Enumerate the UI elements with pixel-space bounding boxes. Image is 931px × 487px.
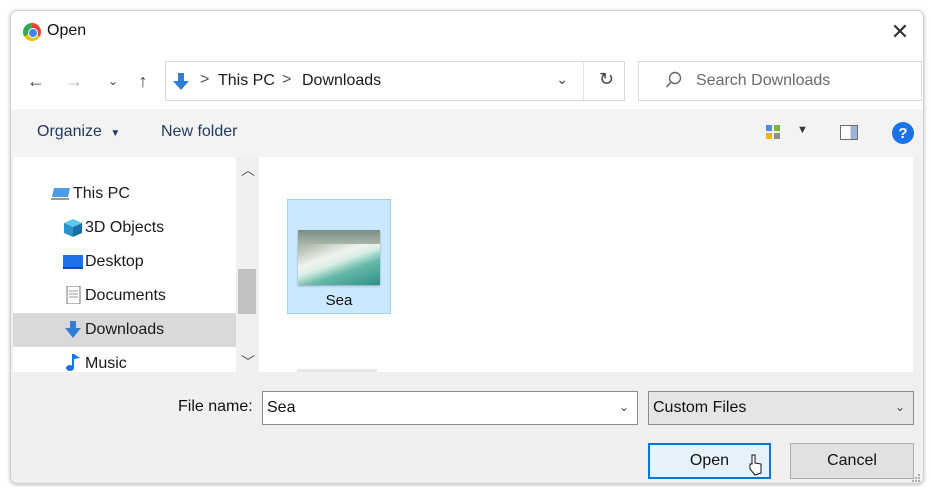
file-name-value: Sea — [267, 399, 296, 416]
sidebar-item-label: This PC — [73, 185, 130, 202]
chevron-down-icon: ⌄ — [894, 400, 905, 414]
file-type-select[interactable]: Custom Files ⌄ — [648, 391, 914, 425]
navigation-scrollbar[interactable]: ︿ ﹀ — [236, 157, 258, 372]
file-item-sea[interactable]: Sea — [287, 199, 391, 314]
preview-pane-icon[interactable] — [840, 125, 858, 140]
mouse-cursor-icon — [749, 454, 762, 476]
dialog-title: Open — [47, 22, 87, 39]
sidebar-item-this-pc[interactable]: This PC — [13, 177, 236, 211]
address-dropdown-button[interactable]: ⌄ — [556, 71, 568, 88]
up-button[interactable]: ↑ — [133, 69, 153, 93]
chevron-down-icon[interactable]: ﹀ — [241, 352, 255, 372]
document-icon — [66, 286, 81, 304]
image-thumbnail — [298, 230, 380, 285]
help-icon[interactable]: ? — [892, 122, 914, 144]
file-name-field-label: File name: — [178, 398, 253, 415]
breadcrumb-separator: > — [200, 71, 210, 88]
search-icon — [665, 71, 682, 88]
address-divider — [583, 62, 584, 100]
sidebar-item-label: Desktop — [85, 253, 144, 270]
file-name-field[interactable]: Sea ⌄ — [262, 391, 638, 425]
file-type-value: Custom Files — [653, 399, 747, 416]
cancel-button[interactable]: Cancel — [790, 443, 914, 479]
sidebar-item-desktop[interactable]: Desktop — [13, 245, 236, 279]
address-bar[interactable]: > This PC > Downloads ⌄ ↻ — [165, 61, 625, 101]
sidebar-item-label: 3D Objects — [85, 219, 165, 236]
sidebar-item-label: Music — [85, 355, 127, 372]
desktop-icon — [63, 255, 83, 269]
scrollbar-thumb[interactable] — [238, 269, 256, 314]
sidebar-item-label: Documents — [85, 287, 166, 304]
arrow-left-icon: ← — [27, 70, 45, 91]
breadcrumb-downloads[interactable]: Downloads — [302, 72, 381, 90]
sidebar-item-3d-objects[interactable]: 3D Objects — [13, 211, 236, 245]
command-toolbar: Organize ▼ New folder ▼ ? — [11, 109, 923, 157]
dialog-footer: File name: Sea ⌄ Custom Files ⌄ Open Can… — [11, 372, 923, 483]
breadcrumb-this-pc[interactable]: This PC — [218, 72, 275, 90]
download-arrow-icon — [65, 321, 81, 338]
view-dropdown-icon[interactable]: ▼ — [797, 124, 808, 136]
file-name-label: Sea — [325, 292, 353, 309]
chrome-app-icon — [23, 23, 41, 41]
arrow-up-icon: ↑ — [138, 70, 148, 91]
new-folder-button[interactable]: New folder — [161, 123, 237, 141]
breadcrumb-separator: > — [282, 71, 292, 88]
organize-button[interactable]: Organize ▼ — [37, 123, 120, 141]
open-file-dialog: Open ✕ ← → ⌄ ↑ > This PC > Downloads ⌄ ↻… — [10, 10, 924, 484]
resize-grip-icon[interactable] — [911, 473, 921, 483]
arrow-right-icon: → — [65, 70, 83, 91]
chevron-down-icon: ⌄ — [107, 74, 119, 88]
sidebar-item-documents[interactable]: Documents — [13, 279, 236, 313]
organize-label: Organize — [37, 123, 102, 140]
computer-icon — [51, 188, 70, 200]
chevron-up-icon[interactable]: ︿ — [241, 160, 255, 180]
search-input[interactable]: Search Downloads — [696, 72, 830, 90]
view-options-icon[interactable] — [765, 124, 781, 140]
file-list-area: Sea — [259, 157, 913, 372]
sidebar-item-label: Downloads — [85, 321, 165, 338]
sidebar-item-downloads[interactable]: Downloads — [13, 313, 236, 347]
close-button[interactable]: ✕ — [877, 11, 923, 53]
title-bar: Open ✕ — [11, 11, 923, 53]
navigation-pane: This PC 3D Objects Desktop Documents Dow… — [13, 157, 236, 372]
close-icon: ✕ — [890, 19, 910, 44]
chevron-down-icon[interactable]: ⌄ — [619, 400, 629, 414]
cube-icon — [64, 219, 82, 237]
caret-down-icon: ▼ — [110, 128, 121, 139]
back-button[interactable]: ← — [25, 69, 47, 93]
download-arrow-icon — [173, 73, 189, 90]
forward-button[interactable]: → — [63, 69, 85, 93]
navigation-bar: ← → ⌄ ↑ > This PC > Downloads ⌄ ↻ Search… — [11, 53, 923, 109]
search-box[interactable]: Search Downloads — [638, 61, 922, 101]
refresh-icon[interactable]: ↻ — [599, 69, 614, 90]
recent-locations-button[interactable]: ⌄ — [105, 69, 121, 93]
music-note-icon — [66, 354, 80, 371]
